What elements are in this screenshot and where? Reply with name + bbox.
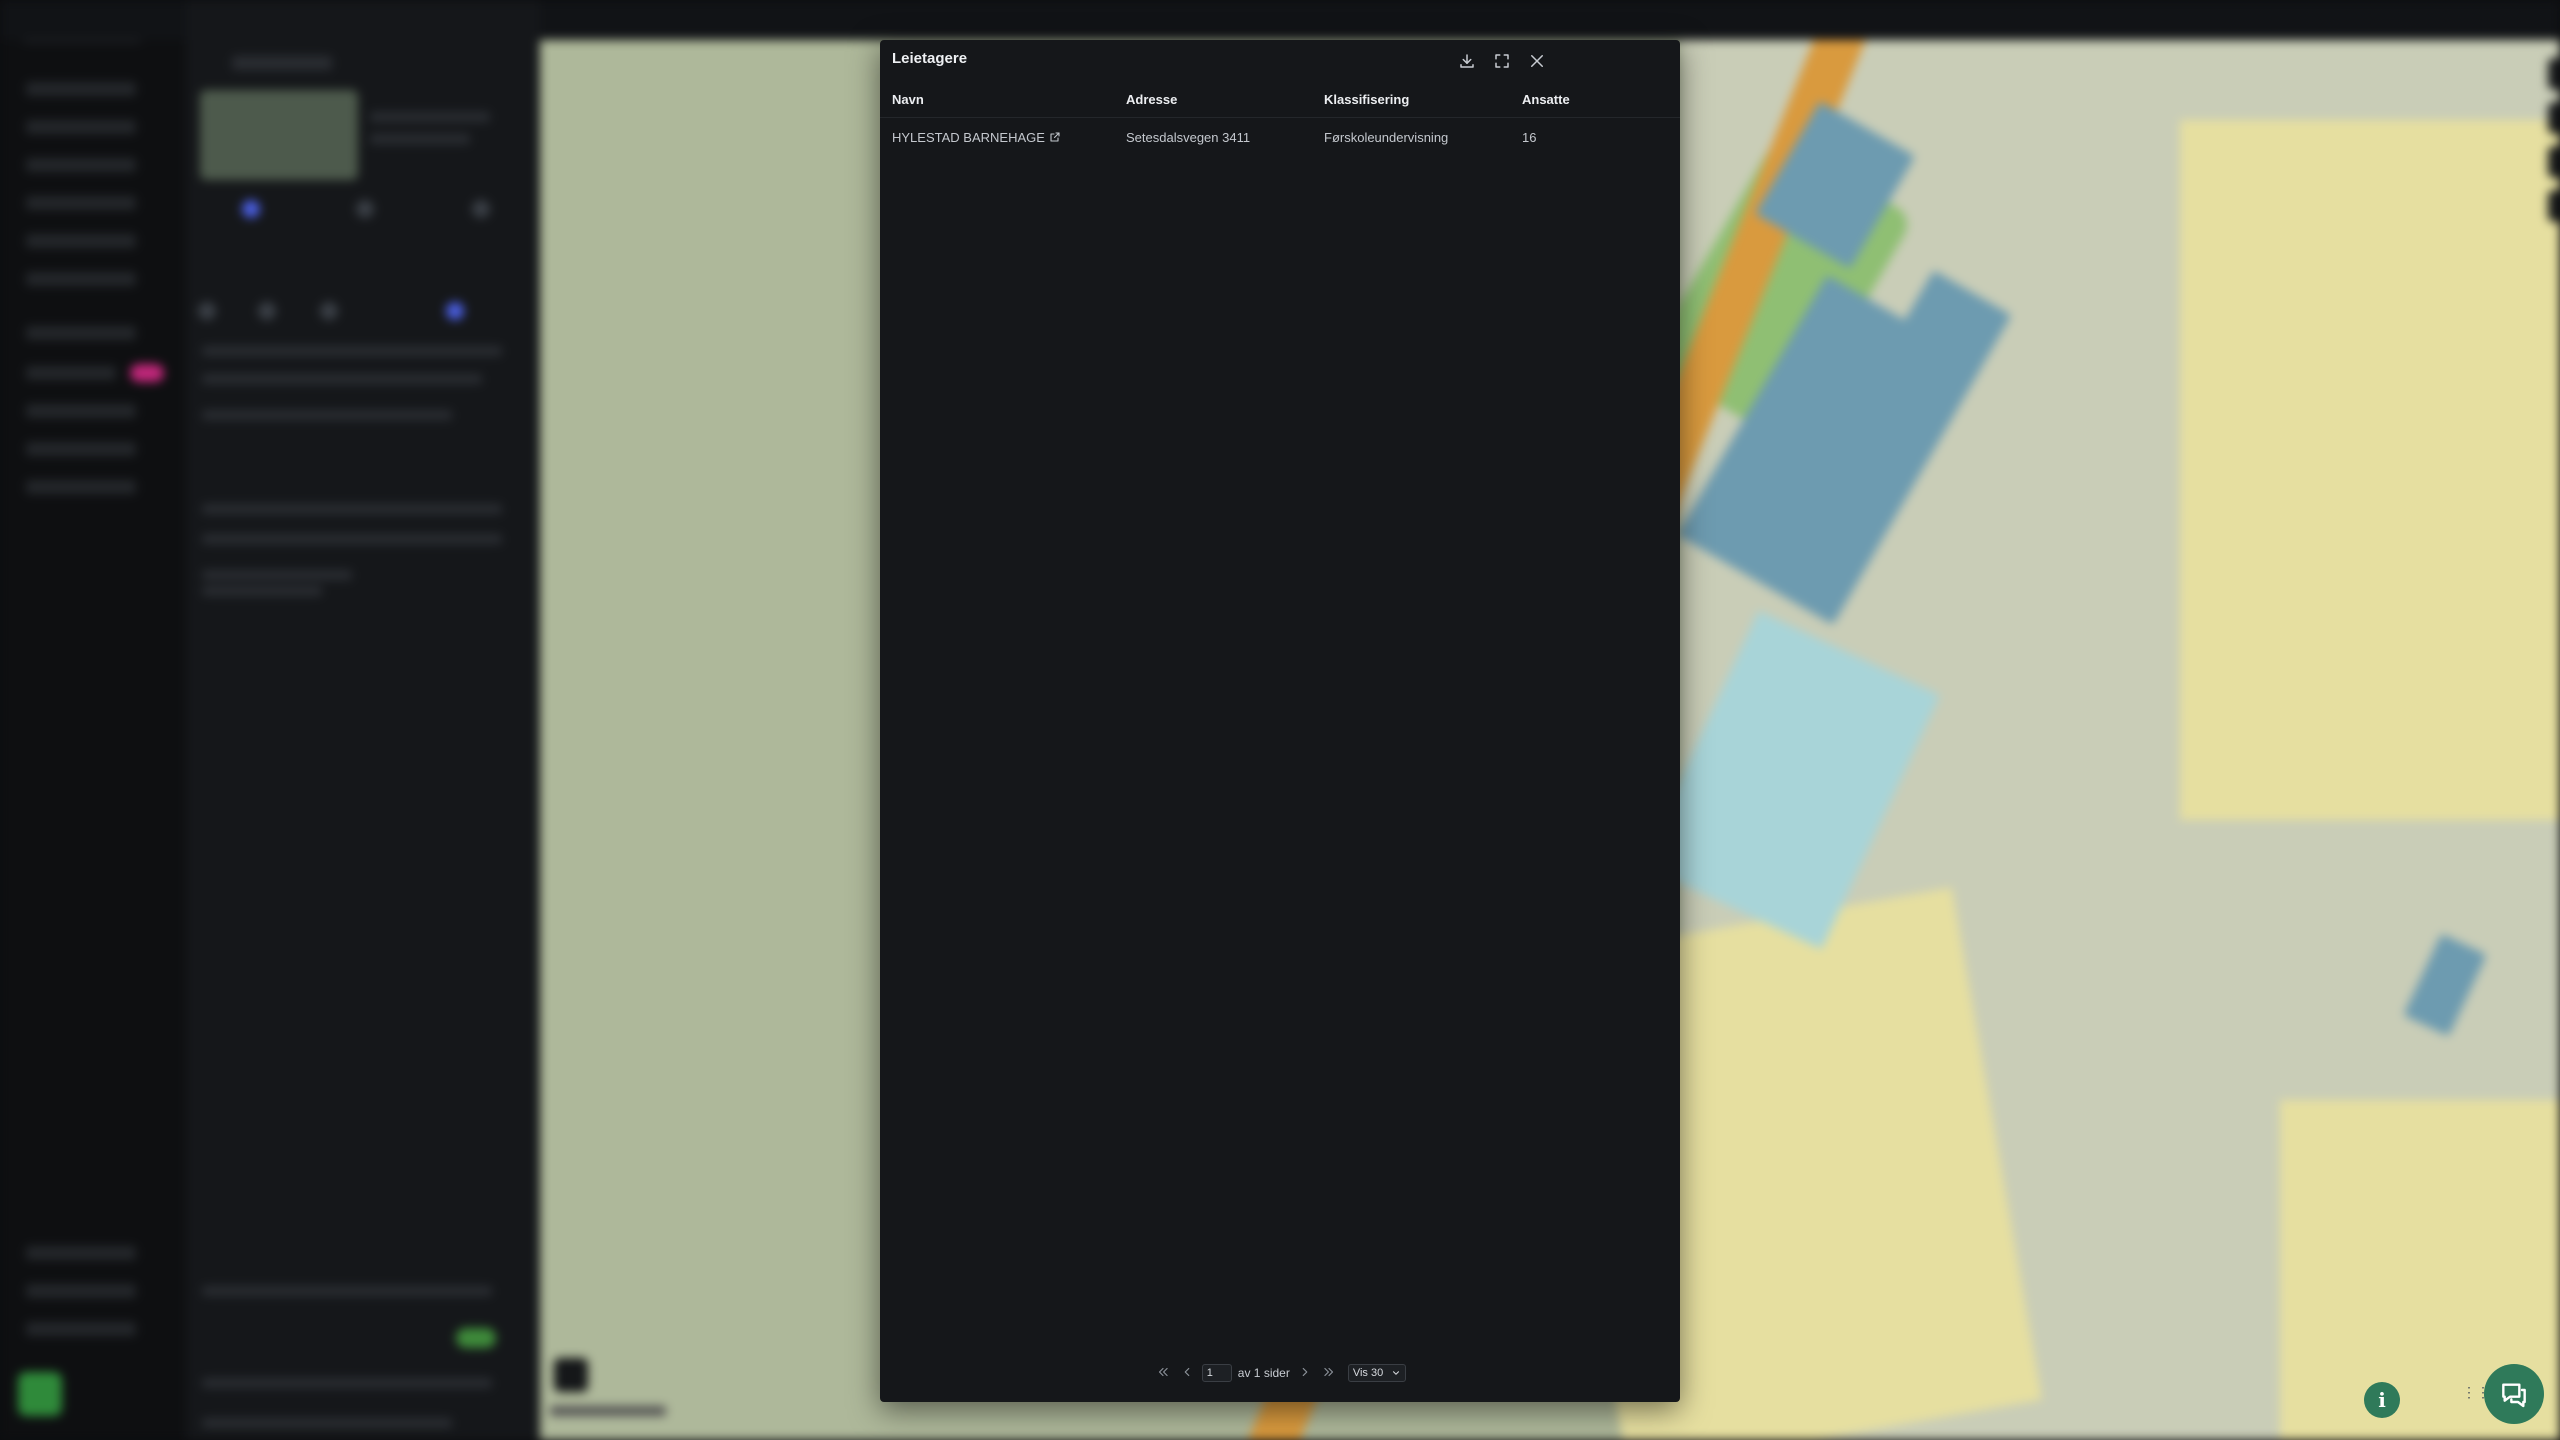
pagination: av 1 sider Vis 30 — [880, 1360, 1680, 1386]
map-zone — [2180, 120, 2560, 820]
sidebar-item — [26, 1322, 136, 1336]
page-size-label: Vis 30 — [1352, 1367, 1384, 1379]
sidebar-item — [26, 158, 136, 172]
cell-adresse: Setesdalsvegen 3411 — [1126, 130, 1251, 145]
panel-text — [202, 346, 502, 356]
last-page-button[interactable] — [1320, 1364, 1338, 1382]
info-button[interactable]: i — [2364, 1382, 2400, 1418]
panel-icon — [446, 302, 464, 320]
panel-list-item — [202, 586, 322, 596]
avatar — [18, 1372, 62, 1416]
chevron-down-icon — [1393, 1371, 1400, 1375]
sidebar-item — [26, 1246, 136, 1260]
panel-icon — [320, 302, 338, 320]
expand-icon — [1495, 54, 1509, 68]
panel-toggle — [456, 1328, 496, 1348]
tenants-table: Navn Adresse Klassifisering Ansatte HYLE… — [880, 86, 1680, 157]
map-control — [2548, 58, 2560, 90]
page-number-input[interactable] — [1201, 1364, 1232, 1382]
tenant-name-link[interactable]: HYLESTAD BARNEHAGE — [892, 130, 1045, 145]
next-page-button[interactable] — [1296, 1364, 1314, 1382]
chat-button[interactable] — [2484, 1364, 2544, 1424]
panel-footer-row — [202, 1286, 492, 1296]
download-icon — [1460, 54, 1474, 68]
close-icon — [1531, 55, 1543, 67]
panel-text — [202, 374, 482, 384]
cell-klassifisering: Førskoleundervisning — [1324, 130, 1449, 145]
sidebar-item — [26, 366, 116, 380]
panel-icon — [258, 302, 276, 320]
sidebar-item — [26, 82, 136, 96]
sidebar-item — [26, 480, 136, 494]
panel-text — [370, 134, 470, 144]
modal-header: Leietagere — [880, 40, 1680, 80]
panel-icon — [242, 200, 260, 218]
sidebar-item — [26, 196, 136, 210]
sidebar-item — [26, 272, 136, 286]
page-count-label: av 1 sider — [1237, 1366, 1290, 1380]
column-header-navn[interactable]: Navn — [880, 86, 1114, 118]
sidebar-item — [26, 120, 136, 134]
sidebar-item — [26, 404, 136, 418]
panel-search — [202, 534, 502, 544]
close-button[interactable] — [1524, 48, 1550, 74]
page-size-select[interactable]: Vis 30 — [1347, 1364, 1407, 1382]
modal-title: Leietagere — [892, 50, 968, 67]
sidebar-item — [26, 1284, 136, 1298]
download-button[interactable] — [1454, 48, 1480, 74]
sidebar-item — [26, 326, 136, 340]
panel-icon — [356, 200, 374, 218]
chevrons-left-icon — [1158, 1367, 1168, 1376]
column-header-klassifisering[interactable]: Klassifisering — [1312, 86, 1510, 118]
panel-text — [370, 112, 490, 122]
chevron-right-icon — [1302, 1367, 1308, 1376]
chevron-left-icon — [1184, 1367, 1190, 1376]
chevrons-right-icon — [1324, 1367, 1333, 1376]
info-icon: i — [2378, 1388, 2386, 1412]
column-header-adresse[interactable]: Adresse — [1114, 86, 1312, 118]
sidebar-item — [26, 234, 136, 248]
cell-navn[interactable]: HYLESTAD BARNEHAGE — [880, 118, 1114, 158]
table-header-row: Navn Adresse Klassifisering Ansatte — [880, 86, 1680, 118]
table-row: HYLESTAD BARNEHAGE Setesdalsvegen 3411 F… — [880, 118, 1680, 158]
panel-footer-row — [202, 1378, 492, 1388]
panel-icon — [198, 302, 216, 320]
map-building — [2403, 933, 2487, 1037]
map-control — [2548, 146, 2560, 178]
chat-icon — [2502, 1383, 2526, 1408]
panel-title — [232, 56, 332, 70]
prev-page-button[interactable] — [1178, 1364, 1196, 1382]
column-header-ansatte[interactable]: Ansatte — [1510, 86, 1680, 118]
panel-footer-row — [202, 1418, 452, 1428]
sidebar-badge — [130, 364, 164, 382]
map-scale — [550, 1406, 666, 1416]
first-page-button[interactable] — [1154, 1364, 1172, 1382]
sidebar-item — [26, 442, 136, 456]
map-control — [2548, 102, 2560, 134]
detail-panel — [186, 0, 540, 1440]
expand-button[interactable] — [1489, 48, 1515, 74]
map-control — [2548, 190, 2560, 222]
cell-ansatte: 16 — [1522, 130, 1537, 145]
sidebar — [0, 0, 186, 1440]
tenants-modal: Leietagere Navn Adresse Klassifisering A… — [880, 40, 1680, 1402]
panel-tabs — [202, 504, 502, 514]
drag-handle-icon[interactable]: ⋮⋮ — [2462, 1385, 2490, 1410]
map-control — [554, 1358, 588, 1392]
property-thumbnail — [200, 90, 358, 180]
panel-icon — [472, 200, 490, 218]
panel-list-item — [202, 570, 352, 580]
external-link-icon[interactable] — [1049, 131, 1061, 143]
panel-text — [202, 410, 452, 420]
